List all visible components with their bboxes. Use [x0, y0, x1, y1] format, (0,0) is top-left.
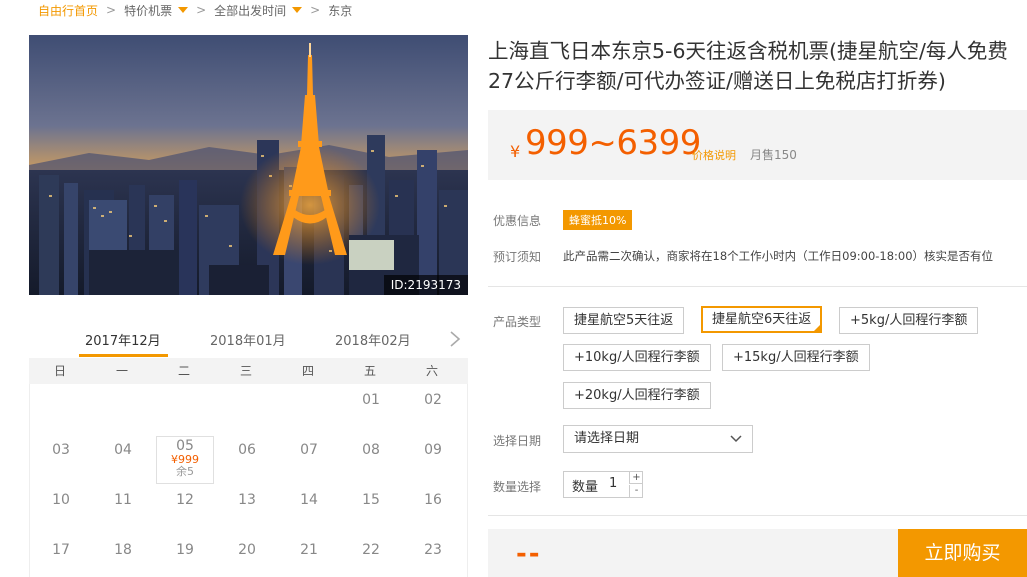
price-explanation-link[interactable]: 价格说明 [692, 147, 736, 163]
breadcrumb: 自由行首页 > 特价机票 > 全部出发时间 > 东京 [38, 0, 352, 20]
weekday-thu: 四 [301, 364, 314, 378]
weekday-sun: 日 [53, 364, 66, 378]
breadcrumb-flights-label: 特价机票 [124, 3, 173, 18]
option-jetstar-5day[interactable]: 捷星航空5天往返 [563, 307, 685, 334]
month-tab-2017-12[interactable]: 2017年12月 [85, 330, 161, 349]
option-label: 捷星航空6天往返 [712, 312, 812, 327]
promo-label: 优惠信息 [493, 214, 542, 228]
calendar-day-selected[interactable]: 05 ¥999 余5 [156, 436, 214, 484]
calendar-day[interactable]: 17 [30, 534, 92, 577]
calendar-month-tabs: 2017年12月 2018年01月 2018年02月 [29, 322, 468, 358]
active-month-underline [79, 354, 168, 357]
calendar-day[interactable]: 18 [92, 534, 154, 577]
breadcrumb-departure-label: 全部出发时间 [214, 3, 287, 18]
product-type-label: 产品类型 [493, 315, 542, 329]
calendar-day[interactable]: 02 [402, 384, 464, 434]
quantity-value[interactable]: 1 [609, 476, 617, 491]
breadcrumb-separator: > [310, 3, 321, 17]
calendar-day[interactable]: 19 [154, 534, 216, 577]
option-baggage-5kg[interactable]: +5kg/人回程行李额 [839, 307, 979, 334]
quantity-minus-button[interactable]: - [629, 485, 643, 497]
product-title: 上海直飞日本东京5-6天往返含税机票(捷星航空/每人免费27公斤行李额/可代办签… [488, 39, 1008, 93]
month-tab-2018-02[interactable]: 2018年02月 [335, 330, 411, 349]
buy-now-button[interactable]: 立即购买 [898, 529, 1027, 577]
calendar-grid: 01 02 03 04 05 ¥999 余5 06 07 08 09 10 11… [29, 384, 468, 577]
calendar-day[interactable]: 20 [216, 534, 278, 577]
photo-id-label: ID:2193173 [383, 275, 468, 295]
calendar-day[interactable]: 08 [340, 434, 402, 484]
price-currency: ¥ [510, 142, 521, 161]
price-panel: ¥ 999~6399 价格说明 月售150 [488, 110, 1027, 180]
caret-down-icon [178, 7, 189, 13]
option-baggage-20kg[interactable]: +20kg/人回程行李额 [563, 382, 711, 409]
option-baggage-10kg[interactable]: +10kg/人回程行李额 [563, 344, 711, 371]
calendar-day[interactable]: 01 [340, 384, 402, 434]
calendar-day[interactable]: 11 [92, 484, 154, 534]
calendar-day[interactable]: 07 [278, 434, 340, 484]
calendar-day[interactable]: 16 [402, 484, 464, 534]
calendar-day[interactable]: 09 [402, 434, 464, 484]
option-jetstar-6day[interactable]: 捷星航空6天往返 [701, 306, 823, 333]
section-divider [488, 286, 1027, 287]
weekday-mon: 一 [115, 364, 128, 378]
breadcrumb-current: 东京 [328, 3, 353, 18]
breadcrumb-separator: > [106, 3, 117, 17]
calendar-day[interactable]: 22 [340, 534, 402, 577]
caret-down-icon [292, 7, 303, 13]
breadcrumb-separator: > [196, 3, 207, 17]
chevron-right-icon[interactable] [448, 330, 462, 348]
weekday-fri: 五 [363, 364, 376, 378]
calendar-weekday-header: 日 一 二 三 四 五 六 [29, 358, 468, 384]
price-range: 999~6399 [525, 123, 701, 163]
calendar-day[interactable]: 13 [216, 484, 278, 534]
calendar-day[interactable]: 06 [216, 434, 278, 484]
calendar-day[interactable]: 21 [278, 534, 340, 577]
quantity-plus-button[interactable]: + [629, 472, 643, 484]
section-divider [488, 515, 1027, 516]
notice-label: 预订须知 [493, 250, 542, 264]
quantity-stepper: 数量 1 + - [563, 471, 643, 498]
calendar-day[interactable]: 15 [340, 484, 402, 534]
tokyo-tower-photo [29, 35, 468, 295]
notice-text: 此产品需二次确认，商家将在18个工作小时内（工作日09:00-18:00）核实是… [563, 249, 994, 263]
calendar-day[interactable]: 12 [154, 484, 216, 534]
date-label: 选择日期 [493, 434, 542, 448]
calendar-day[interactable]: 23 [402, 534, 464, 577]
selected-check-icon [813, 324, 822, 332]
calendar-day[interactable]: 03 [30, 434, 92, 484]
product-photo: ID:2193173 [29, 35, 468, 295]
weekday-wed: 三 [239, 364, 252, 378]
day-stock: 余5 [176, 465, 194, 478]
date-select[interactable]: 请选择日期 [563, 425, 753, 453]
quantity-inner-label: 数量 [572, 480, 599, 495]
calendar-day[interactable]: 10 [30, 484, 92, 534]
total-price: -- [516, 539, 542, 569]
calendar-day[interactable]: 14 [278, 484, 340, 534]
weekday-tue: 二 [177, 364, 190, 378]
quantity-label: 数量选择 [493, 480, 542, 494]
calendar-day[interactable]: 04 [92, 434, 154, 484]
weekday-sat: 六 [425, 364, 438, 378]
purchase-bar: -- 立即购买 [488, 529, 1027, 577]
breadcrumb-home-link[interactable]: 自由行首页 [38, 2, 98, 19]
date-select-value: 请选择日期 [574, 431, 640, 446]
breadcrumb-departure-dropdown[interactable]: 全部出发时间 [214, 2, 303, 19]
month-tab-2018-01[interactable]: 2018年01月 [210, 330, 286, 349]
chevron-down-icon [730, 435, 742, 443]
promo-badge: 蜂蜜抵10% [563, 210, 633, 230]
monthly-sales: 月售150 [750, 148, 797, 162]
breadcrumb-flights-dropdown[interactable]: 特价机票 [124, 2, 189, 19]
option-baggage-15kg[interactable]: +15kg/人回程行李额 [722, 344, 870, 371]
